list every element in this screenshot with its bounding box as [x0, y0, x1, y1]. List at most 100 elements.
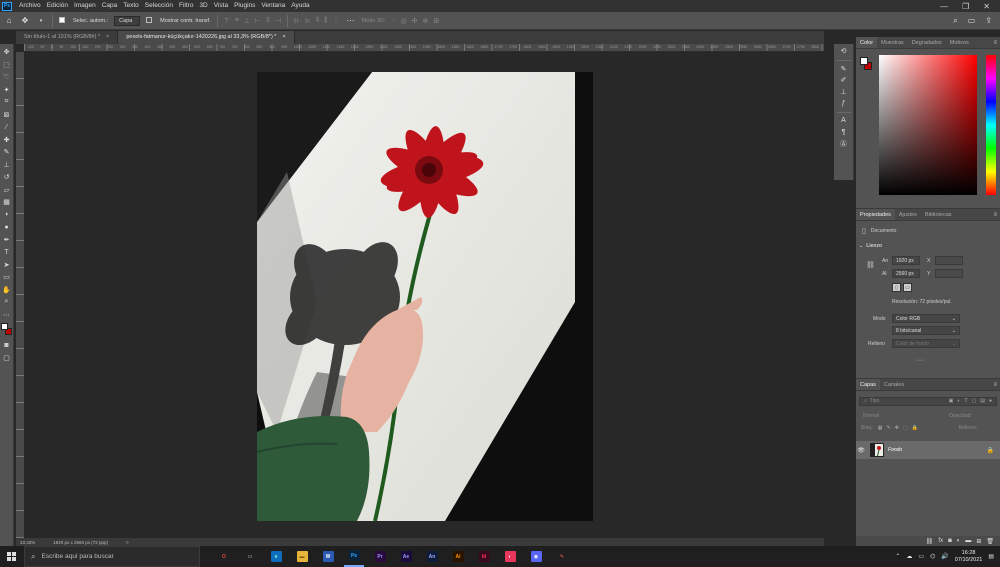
brush-panel-icon[interactable]: ✎: [838, 64, 849, 75]
history-brush-tool-icon[interactable]: ↺: [1, 171, 12, 184]
filter-type-icon[interactable]: T: [964, 398, 967, 405]
taskbar-app-discord[interactable]: ◉: [526, 547, 546, 567]
menu-vista[interactable]: Vista: [211, 0, 231, 12]
share-icon[interactable]: ⇪: [985, 16, 992, 26]
menu-imagen[interactable]: Imagen: [71, 0, 99, 12]
taskbar-search[interactable]: ⌕ Escribe aquí para buscar: [24, 546, 200, 567]
new-group-icon[interactable]: ▬: [965, 538, 971, 544]
taskbar-app-snip[interactable]: ✎: [552, 547, 572, 567]
menu-filtro[interactable]: Filtro: [176, 0, 196, 12]
menu-archivo[interactable]: Archivo: [16, 0, 44, 12]
new-layer-icon[interactable]: ⊞: [976, 538, 981, 545]
screen-mode-icon[interactable]: ▢: [1, 352, 12, 365]
align-right-icon[interactable]: ⊣: [275, 17, 281, 25]
start-button[interactable]: [2, 546, 20, 567]
taskbar-app-indesign[interactable]: Id: [474, 547, 494, 567]
menu-edicion[interactable]: Edición: [44, 0, 71, 12]
vertical-ruler[interactable]: [16, 52, 24, 538]
document-image[interactable]: [257, 72, 593, 521]
panel-menu-icon[interactable]: ≡: [993, 37, 1000, 48]
add-mask-icon[interactable]: ◙: [948, 538, 952, 544]
3d-scale-icon[interactable]: ⊞: [433, 17, 439, 25]
chevron-up-icon[interactable]: ⌃: [895, 553, 900, 560]
align-middle-icon[interactable]: ≡: [235, 17, 239, 25]
eyedropper-tool-icon[interactable]: ⁄: [1, 121, 12, 134]
blend-mode-select[interactable]: Normal: [859, 413, 919, 419]
taskbar-app-illustrator[interactable]: Ai: [448, 547, 468, 567]
zoom-level[interactable]: 33,33%: [20, 540, 35, 545]
x-field[interactable]: [935, 256, 963, 265]
frame-tool-icon[interactable]: ⊠: [1, 109, 12, 122]
align-top-icon[interactable]: ⊤: [224, 17, 230, 25]
brush-settings-icon[interactable]: ✐: [838, 75, 849, 86]
glyphs-panel-icon[interactable]: Ⓐ: [838, 139, 849, 150]
align-left-icon[interactable]: ⊢: [255, 17, 261, 25]
tab-color[interactable]: Color: [856, 37, 878, 48]
paragraph-panel-icon[interactable]: ¶: [838, 127, 849, 138]
fx-icon[interactable]: fx: [938, 538, 943, 544]
menu-ayuda[interactable]: Ayuda: [288, 0, 312, 12]
filter-toggle-icon[interactable]: ●: [989, 398, 992, 405]
3d-pan-icon[interactable]: ✣: [412, 17, 418, 25]
portrait-icon[interactable]: ▯: [892, 283, 901, 292]
type-tool-icon[interactable]: T: [1, 246, 12, 259]
color-panel-swatches[interactable]: [860, 57, 872, 71]
taskbar-app-photoshop[interactable]: Ps: [344, 547, 364, 567]
color-mode-select[interactable]: Color RGB ⌄: [892, 314, 960, 323]
menu-texto[interactable]: Texto: [120, 0, 142, 12]
dodge-tool-icon[interactable]: ●: [1, 221, 12, 234]
minimize-icon[interactable]: —: [940, 2, 948, 11]
notifications-icon[interactable]: ▤: [988, 553, 994, 560]
height-field[interactable]: 2560 px: [892, 269, 920, 278]
blur-tool-icon[interactable]: ◖: [1, 209, 12, 222]
more-icon[interactable]: • • •: [916, 358, 924, 364]
taskbar-app-premiere[interactable]: Pr: [370, 547, 390, 567]
lasso-tool-icon[interactable]: ➰: [1, 71, 12, 84]
link-icon[interactable]: ⛓: [866, 261, 875, 269]
layer-row[interactable]: 👁 Fondo 🔒: [856, 441, 1000, 459]
tab-adjustments[interactable]: Ajustes: [895, 209, 921, 220]
clone-source-icon[interactable]: ⊥: [838, 87, 849, 98]
tab-libraries[interactable]: Bibliotecas: [921, 209, 956, 220]
marquee-tool-icon[interactable]: ⬚: [1, 59, 12, 72]
maximize-icon[interactable]: ❐: [962, 2, 969, 11]
canvas-section-header[interactable]: ⌄ Lienzo: [859, 243, 882, 249]
color-swatches[interactable]: [0, 323, 13, 337]
healing-brush-tool-icon[interactable]: ✚: [1, 134, 12, 147]
eraser-tool-icon[interactable]: ▱: [1, 184, 12, 197]
distribute-icon[interactable]: ⫴: [316, 17, 319, 25]
panel-menu-icon[interactable]: ≡: [993, 209, 1000, 220]
zoom-tool-icon[interactable]: ⌕: [1, 296, 12, 309]
quick-mask-icon[interactable]: ◙: [1, 339, 12, 352]
auto-select-dropdown[interactable]: Capa: [114, 15, 141, 26]
taskbar-app-word[interactable]: W: [318, 547, 338, 567]
search-icon[interactable]: ⌕: [953, 16, 957, 26]
layer-name[interactable]: Fondo: [888, 447, 902, 453]
taskbar-app-explorer[interactable]: ▬: [292, 547, 312, 567]
taskbar-app-after-effects[interactable]: Ae: [396, 547, 416, 567]
tab-channels[interactable]: Canales: [880, 379, 908, 390]
horizontal-ruler[interactable]: 100 50 0 50 100 150 200 250 300 350 400 450 500 550 60…: [24, 44, 824, 52]
tab-swatches[interactable]: Muestras: [877, 37, 908, 48]
taskbar-app-app-pink[interactable]: ◐: [500, 547, 520, 567]
gradient-tool-icon[interactable]: ▦: [1, 196, 12, 209]
crop-tool-icon[interactable]: ⌗: [1, 96, 12, 109]
tab-untitled[interactable]: Sin título-1 al 101% (RGB/8#) * ×: [16, 31, 119, 44]
move-tool-icon[interactable]: ✥: [1, 46, 12, 59]
filter-pixel-icon[interactable]: ▣: [949, 398, 954, 405]
chevron-down-icon[interactable]: ▾: [36, 16, 46, 26]
canvas-area[interactable]: [24, 52, 824, 538]
cloud-icon[interactable]: ☁: [906, 553, 912, 560]
distribute-icon[interactable]: ⋮: [332, 17, 339, 25]
hand-tool-icon[interactable]: ✋: [1, 284, 12, 297]
tab-patterns[interactable]: Motivos: [946, 37, 973, 48]
y-field[interactable]: [935, 269, 963, 278]
filter-adjust-icon[interactable]: ◐: [957, 398, 960, 405]
color-picker-field[interactable]: [879, 55, 977, 195]
path-select-tool-icon[interactable]: ➤: [1, 259, 12, 272]
network-icon[interactable]: ⌬: [930, 553, 935, 560]
move-tool-icon[interactable]: ✥: [20, 16, 30, 26]
menu-3d[interactable]: 3D: [196, 0, 210, 12]
clock[interactable]: 16:28 07/10/2021: [955, 550, 983, 564]
tab-photo[interactable]: pexels-fatmanur-küçükçakır-1420226.jpg a…: [118, 31, 295, 44]
